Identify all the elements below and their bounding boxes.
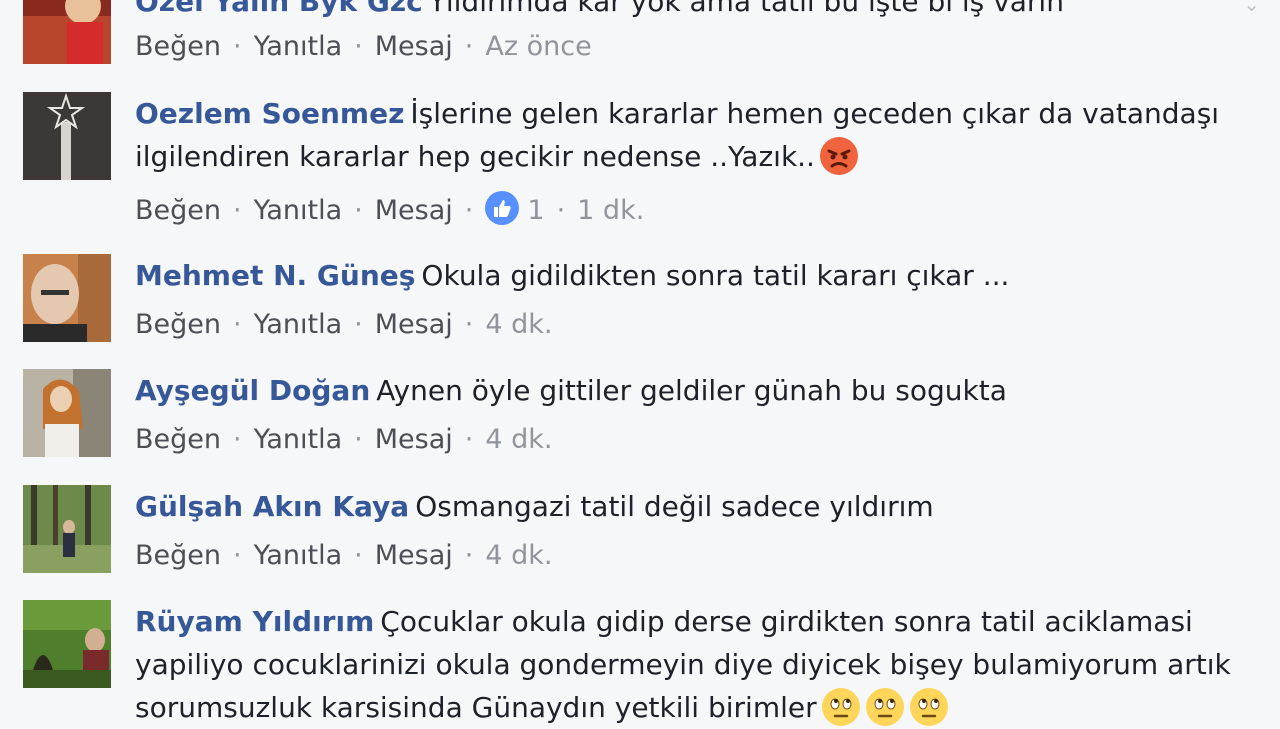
comment-text: Rüyam Yıldırım Çocuklar okula gidip derse… bbox=[135, 600, 1255, 729]
reply-button[interactable]: Yanıtla bbox=[254, 31, 343, 62]
comment-body: Okula gidildikten sonra tatil kararı çık… bbox=[421, 259, 1010, 292]
comment-body: Aynen öyle gittiler geldiler günah bu so… bbox=[376, 374, 1007, 407]
message-button[interactable]: Mesaj bbox=[375, 309, 453, 340]
timestamp[interactable]: 4 dk. bbox=[485, 424, 552, 455]
comment-body: Osmangazi tatil değil sadece yıldırım bbox=[415, 490, 934, 523]
comment-text: Özel Yalın Byk Gzc Yıldırımda kar yok ama… bbox=[135, 0, 1255, 23]
timestamp[interactable]: 4 dk. bbox=[485, 309, 552, 340]
comment-text: Mehmet N. Güneş Okula gidildikten sonra t… bbox=[135, 254, 1255, 297]
message-button[interactable]: Mesaj bbox=[375, 195, 453, 226]
reply-button[interactable]: Yanıtla bbox=[254, 540, 343, 571]
comment-text: Ayşegül Doğan Aynen öyle gittiler geldile… bbox=[135, 369, 1255, 412]
avatar[interactable] bbox=[23, 600, 111, 688]
comment-author[interactable]: Rüyam Yıldırım bbox=[135, 605, 374, 638]
avatar[interactable] bbox=[23, 254, 111, 342]
comment-author[interactable]: Gülşah Akın Kaya bbox=[135, 490, 409, 523]
avatar[interactable] bbox=[23, 485, 111, 573]
message-button[interactable]: Mesaj bbox=[375, 424, 453, 455]
timestamp[interactable]: Az önce bbox=[485, 31, 591, 62]
comment-author[interactable]: Özel Yalın Byk Gzc bbox=[135, 0, 423, 18]
message-button[interactable]: Mesaj bbox=[375, 540, 453, 571]
reply-button[interactable]: Yanıtla bbox=[254, 195, 343, 226]
comment-text: Oezlem Soenmez İşlerine gelen kararlar he… bbox=[135, 92, 1255, 178]
message-button[interactable]: Mesaj bbox=[375, 31, 453, 62]
like-button[interactable]: Beğen bbox=[135, 309, 221, 340]
like-button[interactable]: Beğen bbox=[135, 31, 221, 62]
reply-button[interactable]: Yanıtla bbox=[254, 424, 343, 455]
comment-actions: Beğen · Yanıtla · Mesaj · 4 dk. bbox=[135, 540, 553, 571]
like-count[interactable]: 1 bbox=[527, 195, 544, 226]
comment-actions: Beğen · Yanıtla · Mesaj · 4 dk. bbox=[135, 309, 553, 340]
rolling-eyes-icon bbox=[865, 687, 905, 727]
comment-body: Yıldırımda kar yok ama tatil bu işte bi … bbox=[428, 0, 1064, 18]
avatar[interactable] bbox=[23, 369, 111, 457]
angry-face-icon bbox=[819, 136, 859, 176]
thumbs-up-icon[interactable] bbox=[485, 191, 520, 225]
reply-button[interactable]: Yanıtla bbox=[254, 309, 343, 340]
comment-author[interactable]: Mehmet N. Güneş bbox=[135, 259, 415, 292]
comment-actions: Beğen · Yanıtla · Mesaj · 1 · 1 dk. bbox=[135, 191, 644, 229]
avatar[interactable] bbox=[23, 0, 111, 64]
like-button[interactable]: Beğen bbox=[135, 195, 221, 226]
like-button[interactable]: Beğen bbox=[135, 424, 221, 455]
avatar[interactable] bbox=[23, 92, 111, 180]
timestamp[interactable]: 1 dk. bbox=[577, 195, 644, 226]
comment-text: Gülşah Akın Kaya Osmangazi tatil değil sa… bbox=[135, 485, 1255, 528]
rolling-eyes-icon bbox=[821, 687, 861, 727]
comment-author[interactable]: Ayşegül Doğan bbox=[135, 374, 370, 407]
rolling-eyes-icon bbox=[909, 687, 949, 727]
comment-actions: Beğen · Yanıtla · Mesaj · 4 dk. bbox=[135, 424, 553, 455]
comment-author[interactable]: Oezlem Soenmez bbox=[135, 97, 404, 130]
comment-actions: Beğen · Yanıtla · Mesaj · Az önce bbox=[135, 31, 592, 62]
like-button[interactable]: Beğen bbox=[135, 540, 221, 571]
timestamp[interactable]: 4 dk. bbox=[485, 540, 552, 571]
